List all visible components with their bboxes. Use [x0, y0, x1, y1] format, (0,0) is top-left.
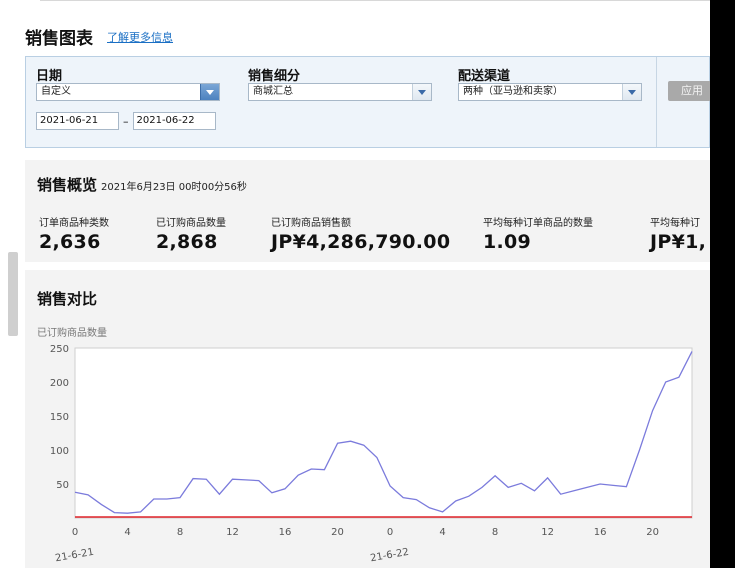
- x-tick-label: 4: [124, 527, 130, 538]
- chevron-down-icon: [412, 84, 431, 100]
- side-feedback-tab[interactable]: [8, 252, 18, 336]
- date-filter: 日期 自定义: [36, 65, 220, 101]
- chevron-down-icon: [200, 84, 219, 100]
- y-tick-label: 100: [50, 446, 69, 457]
- y-axis-label: 已订购商品数量: [37, 326, 107, 339]
- start-date-input[interactable]: 2021-06-21: [36, 112, 119, 130]
- x-tick-label: 16: [279, 527, 292, 538]
- metric-sales-amount: 已订购商品销售额 JP¥4,286,790.00: [271, 214, 450, 253]
- breakdown-select[interactable]: 商城汇总: [248, 83, 432, 101]
- sales-overview: 销售概览 2021年6月23日 00时00分56秒 订单商品种类数 2,636 …: [25, 160, 710, 262]
- metric-value: JP¥4,286,790.00: [271, 231, 451, 253]
- end-date-input[interactable]: 2021-06-22: [132, 112, 216, 130]
- metric-item-types: 订单商品种类数 2,636: [39, 214, 109, 253]
- channel-select[interactable]: 两种（亚马逊和卖家）: [458, 83, 642, 101]
- x-tick-label: 4: [439, 527, 445, 538]
- sales-comparison: 销售对比 已订购商品数量 50 100 150 200 250 0 4 8 12 16 20 0 4 8 12…: [25, 270, 710, 568]
- breakdown-value: 商城汇总: [253, 86, 293, 97]
- x-tick-label: 20: [331, 527, 344, 538]
- chevron-down-icon: [622, 84, 641, 100]
- x-tick-label: 12: [226, 527, 239, 538]
- window-edge: [710, 0, 735, 568]
- metric-avg-sales: 平均每种订 JP¥1,: [650, 214, 706, 253]
- y-tick-label: 200: [50, 378, 69, 389]
- overview-heading: 销售概览 2021年6月23日 00时00分56秒: [37, 174, 247, 195]
- metric-value: JP¥1,: [650, 231, 707, 253]
- plot-area: [74, 347, 693, 519]
- date-label: 日期: [36, 69, 63, 84]
- top-divider: [40, 0, 710, 1]
- x-tick-label: 16: [594, 527, 607, 538]
- sales-comparison-chart: 已订购商品数量501001502002500 4 8 12 16 20 0 4 8 12 16 202…: [37, 326, 693, 565]
- sales-chart-header: 销售图表 了解更多信息: [25, 24, 173, 49]
- x-tick-label: 8: [492, 527, 498, 538]
- metric-units-ordered: 已订购商品数量 2,868: [156, 214, 226, 253]
- y-tick-label: 150: [50, 412, 69, 423]
- metric-label: 已订购商品数量: [156, 218, 226, 229]
- date-range-select[interactable]: 自定义: [36, 83, 220, 101]
- page-title: 销售图表: [25, 29, 93, 49]
- metric-value: 1.09: [483, 231, 532, 253]
- metric-label: 已订购商品销售额: [271, 218, 351, 229]
- metric-value: 2,868: [156, 231, 218, 253]
- metric-avg-units: 平均每种订单商品的数量 1.09: [483, 214, 593, 253]
- channel-label: 配送渠道: [458, 69, 511, 84]
- overview-title: 销售概览: [37, 176, 98, 194]
- metric-label: 订单商品种类数: [39, 218, 109, 229]
- y-tick-label: 250: [50, 344, 69, 355]
- x-date-label: 21-6-22: [369, 547, 409, 565]
- learn-more-link[interactable]: 了解更多信息: [107, 29, 173, 45]
- metric-label: 平均每种订: [650, 218, 700, 229]
- x-tick-label: 0: [387, 527, 393, 538]
- filter-panel: 日期 自定义 2021-06-21 – 2021-06-22 销售细分 商城汇总…: [25, 56, 716, 148]
- x-date-label: 21-6-21: [54, 547, 94, 565]
- apply-button[interactable]: 应用: [668, 81, 716, 101]
- y-tick-label: 50: [56, 480, 69, 491]
- x-tick-label: 0: [72, 527, 78, 538]
- date-range-value: 自定义: [41, 86, 71, 97]
- date-separator: –: [123, 114, 129, 128]
- filter-divider: [656, 57, 657, 147]
- x-tick-label: 20: [646, 527, 659, 538]
- date-range-inputs: 2021-06-21 – 2021-06-22: [36, 112, 216, 130]
- x-tick-label: 8: [177, 527, 183, 538]
- metric-label: 平均每种订单商品的数量: [483, 218, 593, 229]
- metric-value: 2,636: [39, 231, 101, 253]
- x-tick-label: 12: [541, 527, 554, 538]
- overview-timestamp: 2021年6月23日 00时00分56秒: [101, 182, 247, 193]
- channel-filter: 配送渠道 两种（亚马逊和卖家）: [458, 65, 642, 101]
- channel-value: 两种（亚马逊和卖家）: [463, 86, 563, 97]
- breakdown-label: 销售细分: [248, 69, 301, 84]
- breakdown-filter: 销售细分 商城汇总: [248, 65, 432, 101]
